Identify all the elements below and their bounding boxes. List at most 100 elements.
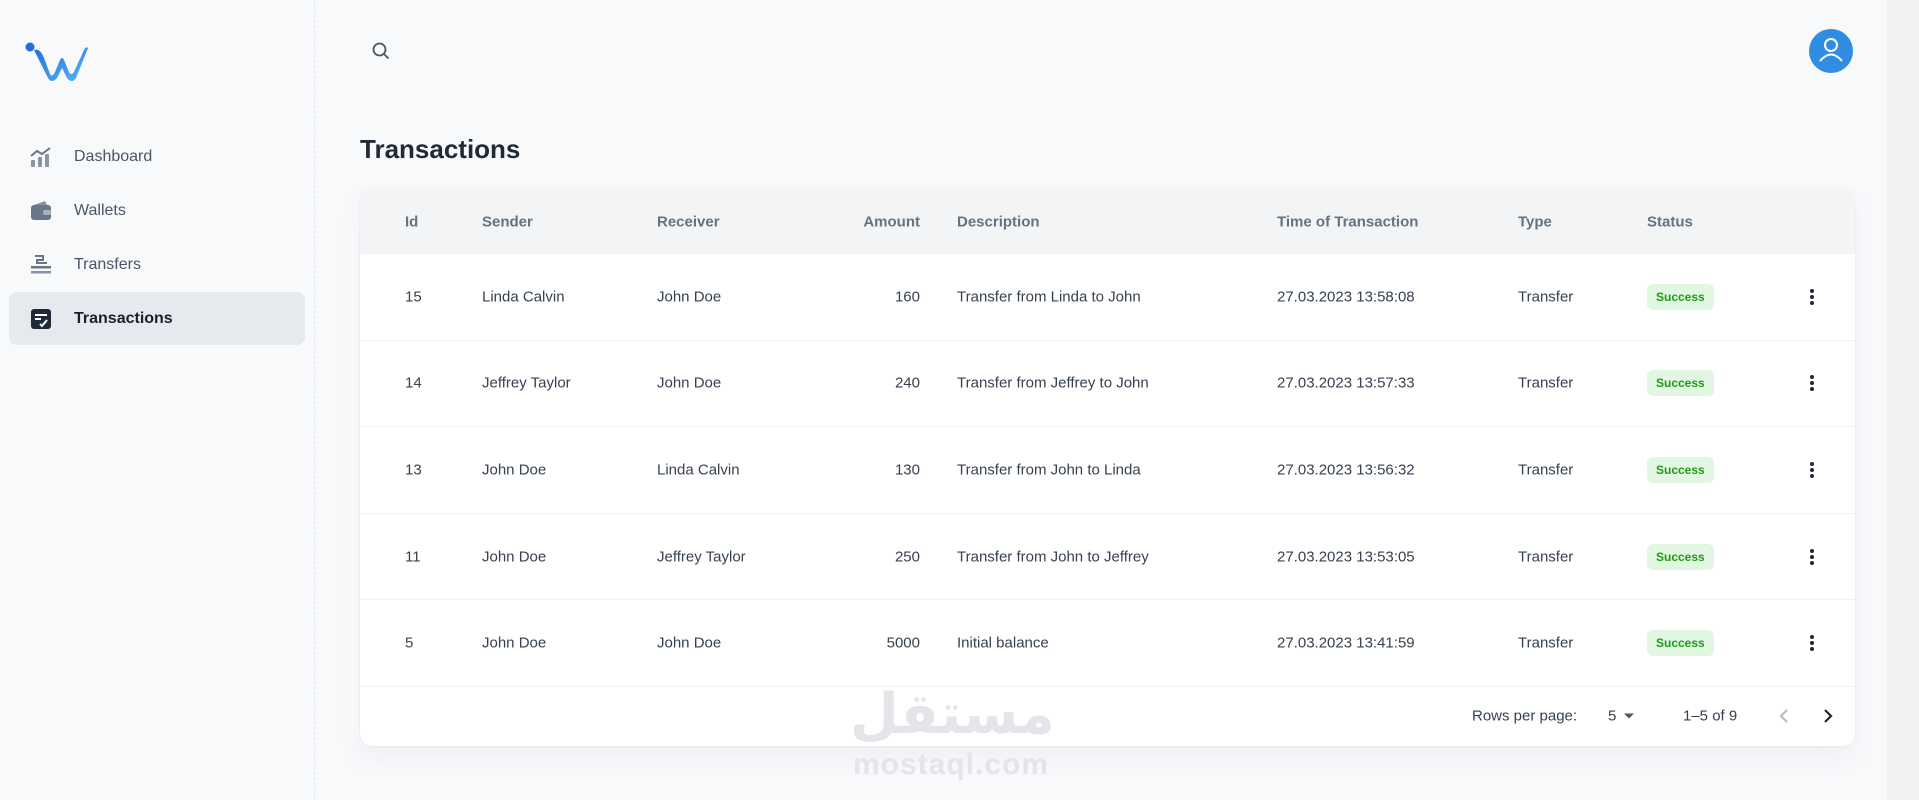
cell-description: Transfer from John to Linda [957, 461, 1141, 479]
more-vertical-icon [1810, 635, 1814, 652]
cell-type: Transfer [1518, 634, 1574, 652]
more-options-button[interactable] [1798, 629, 1826, 657]
cell-time: 27.03.2023 13:56:32 [1277, 461, 1415, 479]
column-header[interactable]: Id [405, 214, 418, 231]
cell-receiver: John Doe [657, 374, 722, 392]
caret-down-icon [1624, 713, 1635, 719]
scrollbar[interactable] [1887, 0, 1919, 800]
chart-icon [29, 145, 53, 169]
table-row[interactable]: 15 Linda Calvin John Doe 160 Transfer fr… [360, 254, 1855, 341]
cell-receiver: John Doe [657, 634, 722, 652]
status-badge: Success [1647, 543, 1714, 570]
sidebar: Dashboard Wallets Transfers Transactions [0, 0, 315, 800]
status-badge: Success [1647, 630, 1714, 657]
cell-sender: John Doe [482, 634, 547, 652]
cell-time: 27.03.2023 13:58:08 [1277, 288, 1415, 306]
pagination-range: 1–5 of 9 [1683, 707, 1738, 725]
column-header[interactable]: Status [1647, 214, 1693, 231]
chevron-left-icon [1779, 709, 1788, 723]
transfer-icon [29, 253, 53, 277]
cell-sender: Linda Calvin [482, 288, 565, 306]
sidebar-nav: Dashboard Wallets Transfers Transactions [9, 130, 305, 346]
rows-per-page-value: 5 [1608, 707, 1617, 725]
user-icon [1816, 34, 1846, 69]
cell-sender: John Doe [482, 461, 547, 479]
table-row[interactable]: 11 John Doe Jeffrey Taylor 250 Transfer … [360, 514, 1855, 601]
table-row[interactable]: 13 John Doe Linda Calvin 130 Transfer fr… [360, 427, 1855, 514]
status-badge-cell: Success [1647, 370, 1714, 397]
page-title: Transactions [360, 134, 521, 164]
status-badge: Success [1647, 456, 1714, 483]
search-icon [371, 41, 391, 66]
cell-amount: 5000 [886, 634, 920, 652]
status-badge-cell: Success [1647, 456, 1714, 483]
column-header[interactable]: Sender [482, 214, 533, 231]
next-page-button[interactable] [1815, 703, 1841, 729]
cell-description: Transfer from Jeffrey to John [957, 374, 1149, 392]
cell-type: Transfer [1518, 548, 1574, 566]
status-badge: Success [1647, 283, 1714, 310]
avatar[interactable] [1809, 29, 1853, 73]
sidebar-item-label: Dashboard [74, 147, 153, 165]
watermark-latin: mostaql.com [853, 748, 1050, 781]
watermark-arabic: مستقل [850, 682, 1055, 747]
cell-time: 27.03.2023 13:57:33 [1277, 374, 1415, 392]
cell-type: Transfer [1518, 288, 1574, 306]
sidebar-item-label: Transfers [74, 255, 141, 273]
cell-id: 15 [405, 288, 422, 306]
table-row[interactable]: 14 Jeffrey Taylor John Doe 240 Transfer … [360, 341, 1855, 428]
status-badge: Success [1647, 370, 1714, 397]
more-options-button[interactable] [1798, 543, 1826, 571]
sidebar-item-wallets[interactable]: Wallets [9, 184, 305, 237]
rows-per-page-select[interactable]: 5 [1608, 707, 1635, 725]
status-badge-cell: Success [1647, 543, 1714, 570]
table-row[interactable]: 5 John Doe John Doe 5000 Initial balance… [360, 600, 1855, 687]
more-options-button[interactable] [1798, 283, 1826, 311]
cell-receiver: Linda Calvin [657, 461, 740, 479]
cell-description: Transfer from John to Jeffrey [957, 548, 1149, 566]
sidebar-item-label: Transactions [74, 309, 173, 327]
table-pagination: Rows per page: 5 1–5 of 9 [360, 687, 1855, 745]
column-header[interactable]: Amount [863, 214, 920, 231]
status-badge-cell: Success [1647, 630, 1714, 657]
column-header[interactable]: Type [1518, 214, 1552, 231]
cell-receiver: Jeffrey Taylor [657, 548, 746, 566]
more-vertical-icon [1810, 375, 1814, 392]
more-options-button[interactable] [1798, 456, 1826, 484]
sidebar-item-dashboard[interactable]: Dashboard [9, 130, 305, 183]
cell-description: Transfer from Linda to John [957, 288, 1141, 306]
column-header[interactable]: Time of Transaction [1277, 214, 1418, 231]
sidebar-item-transfers[interactable]: Transfers [9, 238, 305, 291]
cell-sender: Jeffrey Taylor [482, 374, 571, 392]
more-vertical-icon [1810, 548, 1814, 565]
cell-time: 27.03.2023 13:41:59 [1277, 634, 1415, 652]
rows-per-page-label: Rows per page: [1472, 707, 1578, 725]
cell-receiver: John Doe [657, 288, 722, 306]
column-header[interactable]: Receiver [657, 214, 720, 231]
search-button[interactable] [368, 40, 394, 66]
cell-amount: 130 [894, 461, 920, 479]
cell-amount: 250 [894, 548, 920, 566]
cell-amount: 240 [894, 374, 920, 392]
more-options-button[interactable] [1798, 369, 1826, 397]
cell-id: 13 [405, 461, 422, 479]
cell-id: 14 [405, 374, 422, 392]
table-header: Id Sender Receiver Amount Description Ti… [360, 190, 1855, 254]
cell-time: 27.03.2023 13:53:05 [1277, 548, 1415, 566]
cell-amount: 160 [894, 288, 920, 306]
cell-id: 11 [405, 548, 421, 566]
sidebar-item-transactions[interactable]: Transactions [9, 292, 305, 345]
chevron-right-icon [1824, 709, 1833, 723]
cell-sender: John Doe [482, 548, 547, 566]
cell-type: Transfer [1518, 461, 1574, 479]
cell-type: Transfer [1518, 374, 1574, 392]
cell-description: Initial balance [957, 634, 1049, 652]
column-header[interactable]: Description [957, 214, 1040, 231]
previous-page-button[interactable] [1771, 703, 1797, 729]
sidebar-item-label: Wallets [74, 201, 126, 219]
wallet-icon [29, 199, 53, 223]
status-badge-cell: Success [1647, 283, 1714, 310]
brand-logo[interactable] [24, 38, 90, 82]
transactions-icon [29, 307, 53, 331]
transactions-table: Id Sender Receiver Amount Description Ti… [360, 190, 1855, 746]
